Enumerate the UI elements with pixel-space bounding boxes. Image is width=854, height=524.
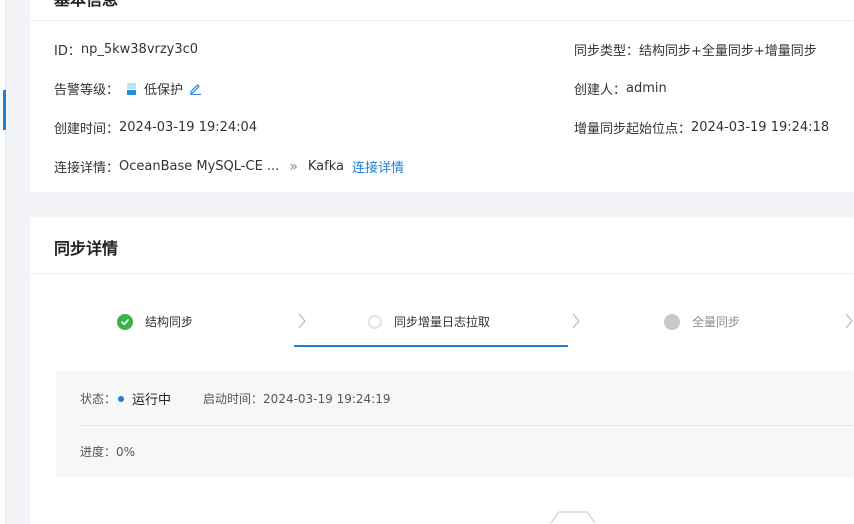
connection-target: Kafka: [307, 159, 344, 174]
basic-info-card: 基本信息 ID： np_5kw38vrzy3c0 同步类型： 结构同步+全量同步…: [30, 0, 854, 192]
wait-circle-icon: [664, 313, 680, 330]
chevron-right-icon: [572, 313, 580, 329]
connection-label: 连接详情：: [54, 161, 120, 176]
status-row: 状态： 运行中 启动时间： 2024-03-19 19:24:19: [80, 389, 391, 409]
create-time-row: 创建时间： 2024-03-19 19:24:04: [54, 118, 257, 137]
sync-detail-card: 同步详情 结构同步 同步增量日志拉取 全量同步 状态： 运行中 启动时间： 20…: [30, 217, 854, 524]
chevron-right-icon: [298, 313, 306, 329]
sync-type-row: 同步类型： 结构同步+全量同步+增量同步: [574, 40, 817, 59]
alarm-row: 告警等级： 低保护: [54, 79, 202, 98]
status-value: 运行中: [132, 393, 172, 408]
pending-circle-icon: [368, 314, 382, 329]
connection-row: 连接详情： OceanBase MySQL-CE ... » Kafka 连接详…: [54, 157, 404, 177]
chevron-right-icon: [845, 313, 853, 329]
progress-row: 进度： 0%: [80, 443, 135, 460]
id-value: np_5kw38vrzy3c0: [80, 42, 199, 57]
step-label: 同步增量日志拉取: [394, 315, 491, 329]
id-row: ID： np_5kw38vrzy3c0: [54, 40, 198, 59]
incr-start-row: 增量同步起始位点： 2024-03-19 19:24:18: [574, 118, 829, 137]
progress-value: 0%: [116, 444, 136, 459]
step-full-sync[interactable]: 全量同步: [664, 313, 740, 330]
sync-type-label: 同步类型：: [574, 44, 640, 59]
basic-info-title: 基本信息: [54, 0, 118, 10]
status-panel: 状态： 运行中 启动时间： 2024-03-19 19:24:19 进度： 0%: [56, 371, 854, 477]
check-icon: [117, 313, 133, 330]
connection-details-link[interactable]: 连接详情: [352, 157, 404, 176]
step-label: 结构同步: [145, 315, 194, 329]
alarm-level-icon: [127, 82, 137, 95]
sync-type-value: 结构同步+全量同步+增量同步: [639, 44, 817, 59]
empty-box-icon: [550, 511, 596, 524]
start-time-value: 2024-03-19 19:24:19: [263, 391, 391, 406]
step-incr-log-pull[interactable]: 同步增量日志拉取: [368, 313, 490, 330]
connection-source: OceanBase MySQL-CE ...: [119, 159, 280, 174]
incr-start-label: 增量同步起始位点：: [574, 122, 692, 137]
divider: [30, 273, 854, 274]
edit-icon[interactable]: [189, 82, 202, 95]
alarm-value: 低保护: [144, 83, 184, 98]
id-label: ID：: [54, 44, 81, 59]
running-dot-icon: [118, 395, 125, 402]
active-step-underline: [294, 345, 568, 347]
create-time-label: 创建时间：: [54, 122, 120, 137]
step-structure-sync[interactable]: 结构同步: [117, 313, 193, 330]
step-label: 全量同步: [692, 315, 741, 329]
status-label: 状态：: [80, 392, 117, 406]
creator-label: 创建人：: [574, 83, 627, 98]
creator-value: admin: [626, 81, 667, 96]
divider: [80, 425, 854, 426]
incr-start-value: 2024-03-19 19:24:18: [691, 120, 830, 135]
creator-row: 创建人： admin: [574, 79, 667, 98]
start-time-label: 启动时间：: [203, 392, 264, 406]
alarm-label: 告警等级：: [54, 83, 120, 98]
page-gutter: [6, 0, 30, 524]
divider: [30, 20, 854, 21]
progress-label: 进度：: [80, 445, 117, 459]
sync-detail-title: 同步详情: [54, 239, 119, 258]
double-chevron-icon: »: [289, 158, 298, 175]
create-time-value: 2024-03-19 19:24:04: [119, 120, 258, 135]
